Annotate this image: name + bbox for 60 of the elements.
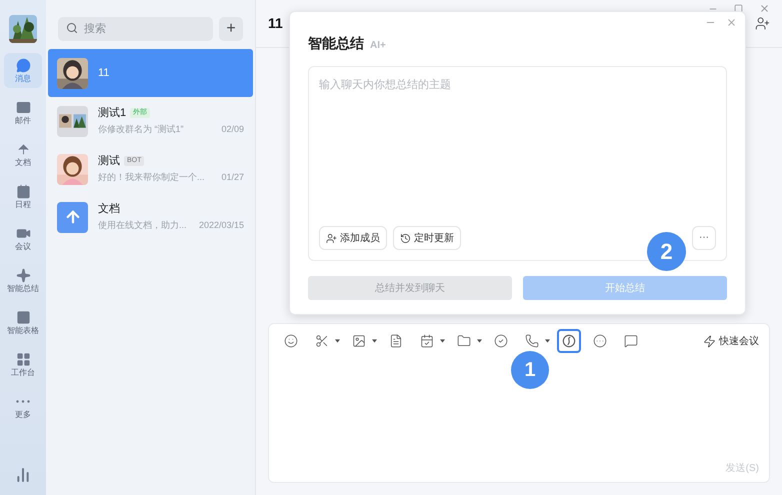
message-date: 02/09 — [221, 123, 244, 135]
check-icon — [494, 334, 508, 348]
rail-item[interactable]: 文档 — [4, 137, 42, 172]
conversation-name: 测试 — [98, 154, 120, 168]
search-field[interactable]: 搜索 — [58, 17, 213, 41]
rail-item[interactable]: 智能表格 — [4, 305, 42, 340]
rail-item[interactable]: 消息 — [4, 53, 42, 88]
lightning-icon — [703, 334, 716, 348]
toolbar-button[interactable] — [557, 329, 581, 353]
dropdown-caret-icon[interactable] — [440, 339, 445, 343]
dropdown-caret-icon[interactable] — [335, 339, 340, 343]
sparkle-icon — [16, 268, 30, 282]
task-icon — [420, 334, 434, 348]
rail-item[interactable]: 智能总结 — [4, 263, 42, 298]
add-member-icon[interactable] — [755, 16, 770, 31]
conversation-name: 测试1 — [98, 106, 126, 120]
clock-icon — [400, 232, 411, 244]
message-preview: 好的！我来帮你制定一个... — [98, 171, 205, 183]
rail-item[interactable]: 邮件 — [4, 95, 42, 130]
message-date: 2022/03/15 — [198, 219, 244, 231]
chat-title: 11 — [268, 14, 283, 33]
scissors-icon — [315, 334, 329, 348]
dropdown-caret-icon[interactable] — [545, 339, 550, 343]
add-user-icon — [326, 232, 337, 244]
conversation-item[interactable]: 11 — [48, 49, 253, 97]
dialog-title: 智能总结 — [308, 34, 364, 53]
more-button[interactable]: ··· — [692, 226, 716, 250]
summary-icon — [562, 334, 576, 348]
add-button[interactable]: + — [219, 16, 243, 40]
message-preview: 你修改群名为 “测试1” — [98, 123, 184, 135]
note-icon — [389, 334, 403, 348]
quick-meeting-button[interactable]: 快速会议 — [703, 334, 759, 348]
conversation-name: 文档 — [98, 202, 120, 216]
rail-item[interactable]: 会议 — [4, 221, 42, 256]
more-icon — [16, 400, 30, 402]
phone-icon — [525, 334, 539, 348]
calendar-icon — [16, 184, 30, 198]
stats-icon[interactable] — [15, 467, 31, 483]
dropdown-caret-icon[interactable] — [477, 339, 482, 343]
rail-item[interactable]: 工作台 — [4, 347, 42, 382]
image-icon — [352, 334, 366, 348]
message-preview: 使用在线文档，助力... — [98, 219, 187, 231]
rail-item[interactable]: 更多 — [4, 389, 42, 424]
conversation-name: 11 — [98, 66, 110, 80]
chip-button[interactable]: 定时更新 — [393, 226, 461, 250]
conversation-item[interactable]: 文档 使用在线文档，助力... 2022/03/15 — [48, 193, 253, 241]
dropdown-caret-icon[interactable] — [372, 339, 377, 343]
folder-icon — [457, 334, 471, 348]
ai-label: AI+ — [370, 39, 386, 53]
message-date: 01/27 — [221, 171, 244, 183]
message-icon — [624, 334, 638, 348]
search-icon — [66, 22, 78, 34]
topic-input[interactable]: 输入聊天内你想总结的主题 — [319, 77, 716, 226]
rail-item[interactable]: 日程 — [4, 179, 42, 214]
chip-button[interactable]: 添加成员 — [319, 226, 387, 250]
more-icon — [593, 334, 607, 348]
emoji-icon — [284, 334, 298, 348]
apps-icon — [16, 352, 30, 366]
chat-icon — [16, 58, 30, 72]
close-icon[interactable] — [759, 3, 770, 14]
